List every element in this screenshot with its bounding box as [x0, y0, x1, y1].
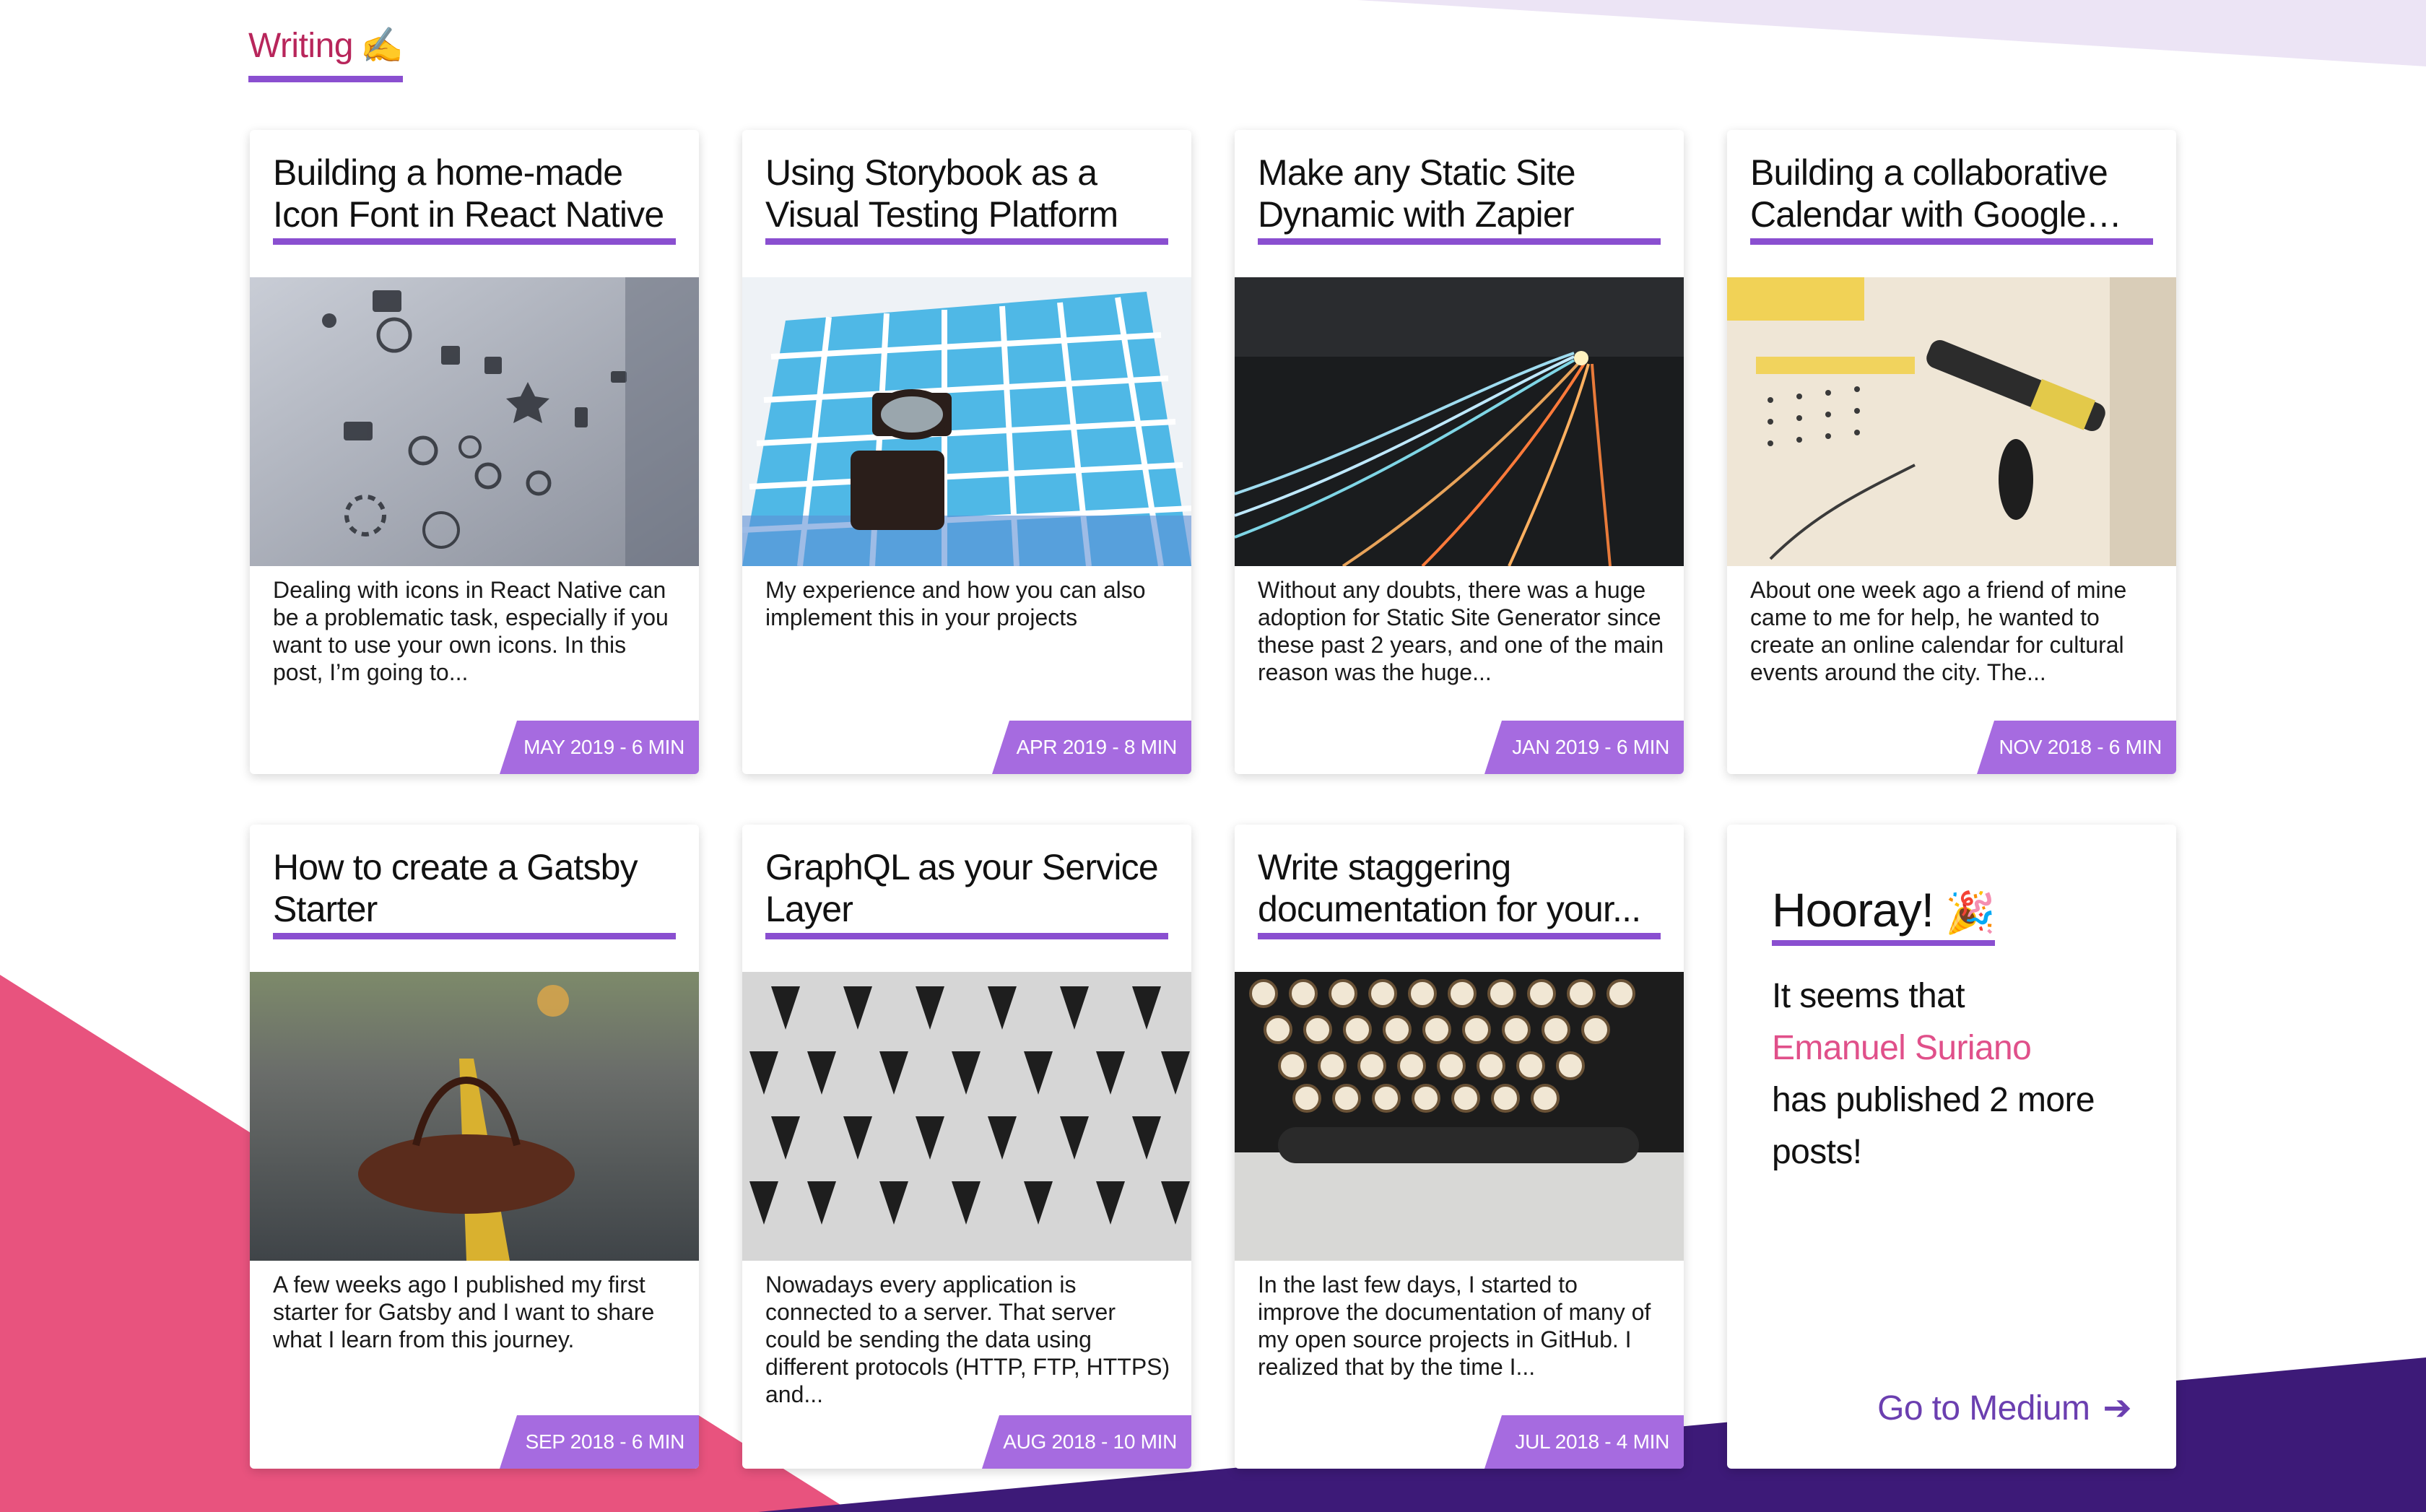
post-card[interactable]: Using Storybook as a Visual Testing Plat…	[742, 130, 1191, 774]
post-title: Using Storybook as a Visual Testing Plat…	[765, 152, 1168, 245]
arrow-right-icon: ➔	[2103, 1389, 2131, 1428]
post-excerpt: Without any doubts, there was a huge ado…	[1258, 577, 1664, 685]
posts-grid: Building a home-made Icon Font in React …	[250, 130, 2176, 1469]
post-excerpt: A few weeks ago I published my first sta…	[273, 1272, 655, 1352]
post-title: How to create a Gatsby Starter	[273, 846, 676, 939]
post-meta-badge: AUG 2018 - 10 MIN	[982, 1415, 1191, 1469]
hooray-title: Hooray! 🎉	[1772, 882, 1996, 946]
post-excerpt: My experience and how you can also imple…	[765, 577, 1146, 630]
post-meta-badge: APR 2019 - 8 MIN	[992, 721, 1191, 774]
author-link[interactable]: Emanuel Suriano	[1772, 1022, 2131, 1074]
post-card[interactable]: Building a collaborative Calendar with G…	[1727, 130, 2176, 774]
post-image-highway-lights-photo	[1235, 277, 1684, 566]
post-title: Building a home-made Icon Font in React …	[273, 152, 676, 245]
post-card[interactable]: Make any Static Site Dynamic with Zapier…	[1235, 130, 1684, 774]
hooray-title-text: Hooray!	[1772, 883, 1934, 937]
post-excerpt: Nowadays every application is connected …	[765, 1272, 1170, 1407]
post-card[interactable]: Building a home-made Icon Font in React …	[250, 130, 699, 774]
post-card[interactable]: How to create a Gatsby Starter A few wee…	[250, 825, 699, 1469]
hooray-line-1: It seems that	[1772, 977, 1965, 1015]
post-meta-badge: NOV 2018 - 6 MIN	[1977, 721, 2176, 774]
section-title: Writing ✍️	[248, 25, 404, 82]
post-image-calendar-marker-photo	[1727, 277, 2176, 566]
post-title: Building a collaborative Calendar with G…	[1750, 152, 2153, 245]
post-image-building-facade-photo	[742, 972, 1191, 1261]
hooray-line-2: has published 2 more posts!	[1772, 1081, 2095, 1171]
post-card[interactable]: GraphQL as your Service Layer Nowadays e…	[742, 825, 1191, 1469]
post-meta-badge: SEP 2018 - 6 MIN	[500, 1415, 699, 1469]
post-meta-badge: JUL 2018 - 4 MIN	[1484, 1415, 1684, 1469]
post-image-bag-on-road-photo	[250, 972, 699, 1261]
section-title-text: Writing	[248, 27, 353, 65]
post-card[interactable]: Write staggering documentation for your.…	[1235, 825, 1684, 1469]
post-title: GraphQL as your Service Layer	[765, 846, 1168, 939]
post-image-typewriter-photo	[1235, 972, 1684, 1261]
post-image-icons-photo	[250, 277, 699, 566]
post-title: Write staggering documentation for your.…	[1258, 846, 1661, 939]
post-meta-badge: MAY 2019 - 6 MIN	[500, 721, 699, 774]
more-posts-card: Hooray! 🎉 It seems that Emanuel Suriano h…	[1727, 825, 2176, 1469]
writing-hand-icon: ✍️	[360, 27, 404, 65]
post-excerpt: In the last few days, I started to impro…	[1258, 1272, 1651, 1380]
post-meta-badge: JAN 2019 - 6 MIN	[1484, 721, 1684, 774]
post-image-color-swatch-loupe-photo	[742, 277, 1191, 566]
post-excerpt: Dealing with icons in React Native can b…	[273, 577, 669, 685]
go-to-medium-label: Go to Medium	[1877, 1389, 2090, 1428]
post-excerpt: About one week ago a friend of mine came…	[1750, 577, 2127, 685]
party-popper-icon: 🎉	[1945, 890, 1996, 935]
hooray-message: It seems that Emanuel Suriano has publis…	[1772, 970, 2131, 1178]
post-title: Make any Static Site Dynamic with Zapier	[1258, 152, 1661, 245]
go-to-medium-link[interactable]: Go to Medium ➔	[1877, 1388, 2131, 1428]
